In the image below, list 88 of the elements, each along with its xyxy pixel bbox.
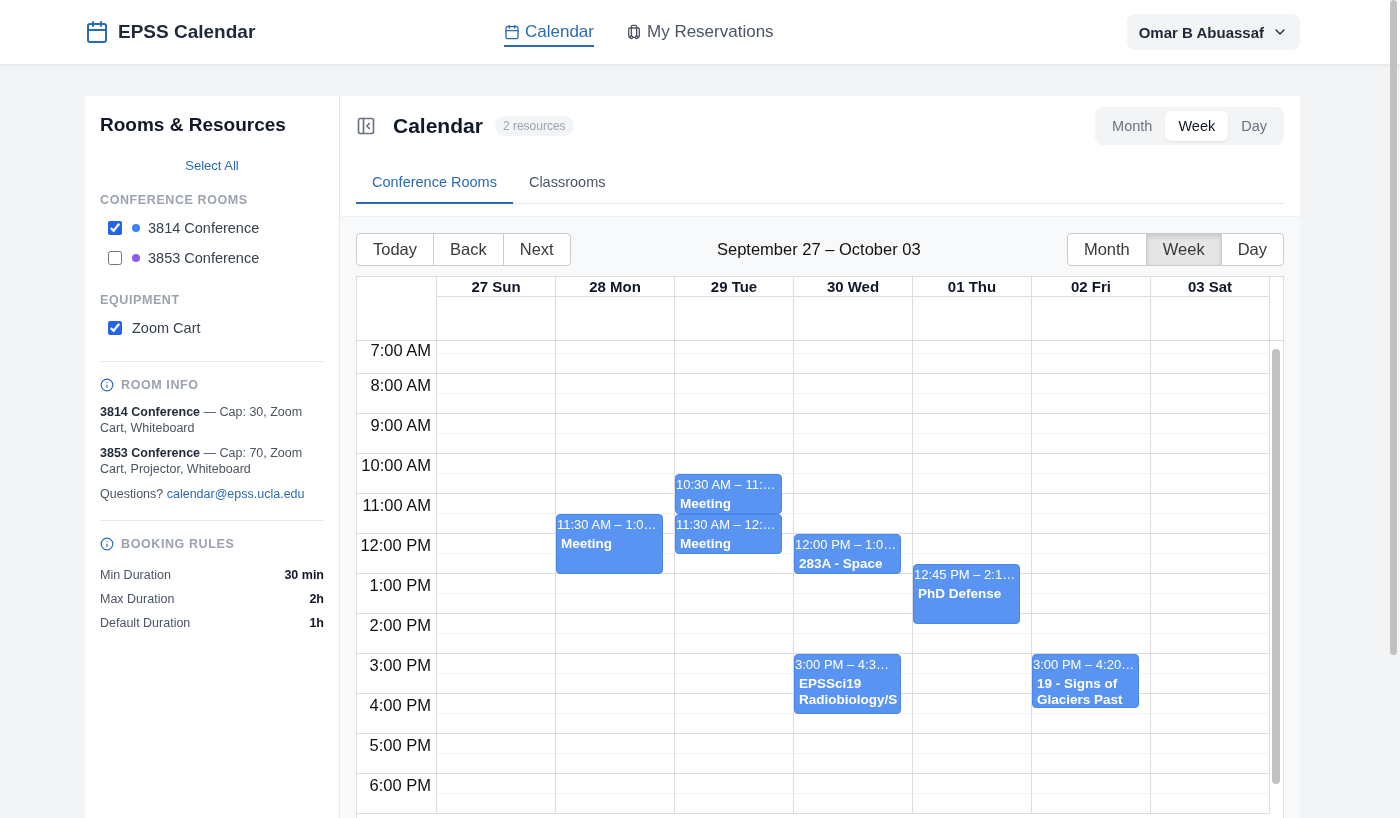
event-time: 10:30 AM – 11:… bbox=[676, 477, 777, 493]
event[interactable]: 12:00 PM – 1:0… 283A - Space bbox=[794, 534, 901, 574]
group-heading: EQUIPMENT bbox=[100, 293, 181, 307]
event[interactable]: 11:30 AM – 1:0… Meeting bbox=[556, 514, 663, 574]
event[interactable]: 12:45 PM – 2:1… PhD Defense bbox=[913, 564, 1020, 624]
event[interactable]: 10:30 AM – 11:… Meeting bbox=[675, 474, 782, 514]
category-tab[interactable]: Conference Rooms bbox=[356, 164, 513, 204]
day-header: 27 Sun bbox=[437, 277, 555, 297]
view-button[interactable]: Week bbox=[1145, 233, 1222, 266]
day-header: 30 Wed bbox=[794, 277, 912, 297]
resource-label: Zoom Cart bbox=[132, 320, 201, 336]
event-title: EPSSci19 Radiobiology/S bbox=[798, 675, 899, 708]
time-label: 2:00 PM bbox=[369, 616, 431, 634]
nav-button[interactable]: Next bbox=[502, 233, 571, 266]
user-menu-button[interactable]: Omar B Abuassaf bbox=[1126, 14, 1300, 50]
room-info-text: 3814 Conference — Cap: 30, Zoom Cart, Whiteboard bbox=[100, 404, 304, 436]
event-title: Meeting bbox=[679, 535, 732, 552]
briefcase-icon bbox=[626, 23, 642, 40]
event[interactable]: 3:00 PM – 4:20… 19 - Signs of Glaciers Past bbox=[1032, 654, 1139, 708]
page-scrollbar[interactable] bbox=[1390, 0, 1397, 655]
time-label: 9:00 AM bbox=[370, 416, 431, 434]
email-link[interactable]: calendar@epss.ucla.edu bbox=[166, 487, 305, 501]
collapse-sidebar-icon[interactable] bbox=[356, 116, 376, 136]
event-title: 283A - Space bbox=[798, 555, 884, 572]
rule-value: 2h bbox=[309, 592, 324, 606]
rule-label: Max Duration bbox=[100, 592, 175, 606]
group-heading: CONFERENCE ROOMS bbox=[100, 193, 249, 207]
time-label: 10:00 AM bbox=[361, 456, 431, 474]
resource-label: 3814 Conference bbox=[148, 220, 260, 236]
info-icon bbox=[100, 378, 114, 392]
view-button[interactable]: Week bbox=[1165, 111, 1229, 141]
time-label: 3:00 PM bbox=[369, 656, 431, 674]
time-label: 6:00 PM bbox=[369, 776, 431, 794]
room-info-text: 3853 Conference — Cap: 70, Zoom Cart, Projector, Whiteboard bbox=[100, 445, 304, 477]
section-heading: ROOM INFO bbox=[121, 378, 199, 392]
select-all-link[interactable]: Select All bbox=[185, 158, 239, 173]
event-title: 19 - Signs of Glaciers Past bbox=[1036, 675, 1124, 707]
calendar-title: Calendar bbox=[393, 114, 483, 138]
category-tab[interactable]: Classrooms bbox=[512, 164, 622, 204]
view-button[interactable]: Day bbox=[1228, 111, 1280, 141]
event-title: Meeting bbox=[679, 495, 732, 512]
view-button[interactable]: Month bbox=[1099, 111, 1166, 141]
time-label: 7:00 AM bbox=[370, 341, 431, 359]
nav-button[interactable]: Back bbox=[433, 233, 504, 266]
sidebar-title: Rooms & Resources bbox=[100, 114, 287, 136]
view-button[interactable]: Day bbox=[1220, 233, 1284, 266]
time-label: 1:00 PM bbox=[369, 576, 431, 594]
day-header: 02 Fri bbox=[1032, 277, 1150, 297]
nav-button[interactable]: Today bbox=[356, 233, 435, 266]
info-icon bbox=[100, 537, 114, 551]
event[interactable]: 11:30 AM – 12:… Meeting bbox=[675, 514, 782, 554]
scrollbar[interactable] bbox=[1272, 349, 1280, 784]
event-title: Meeting bbox=[560, 535, 613, 552]
app-title: EPSS Calendar bbox=[118, 21, 256, 43]
event-time: 11:30 AM – 12:… bbox=[676, 517, 777, 533]
rule-value: 30 min bbox=[284, 568, 324, 582]
resource-checkbox[interactable] bbox=[108, 221, 122, 235]
event-title: PhD Defense bbox=[917, 585, 1003, 602]
questions-label: Questions? bbox=[100, 487, 164, 501]
section-heading: BOOKING RULES bbox=[121, 537, 235, 551]
calendar-icon bbox=[85, 20, 109, 44]
date-range: September 27 – October 03 bbox=[715, 240, 922, 259]
day-header: 28 Mon bbox=[556, 277, 674, 297]
time-label: 4:00 PM bbox=[369, 696, 431, 714]
event-time: 3:00 PM – 4:3… bbox=[795, 657, 890, 673]
resources-badge: 2 resources bbox=[494, 116, 574, 136]
time-label: 5:00 PM bbox=[369, 736, 431, 754]
event-time: 12:45 PM – 2:1… bbox=[914, 567, 1017, 583]
calendar-icon bbox=[504, 23, 520, 40]
rule-label: Default Duration bbox=[100, 616, 191, 630]
day-header: 01 Thu bbox=[913, 277, 1031, 297]
day-header: 03 Sat bbox=[1151, 277, 1269, 297]
time-label: 8:00 AM bbox=[370, 376, 431, 394]
event-time: 12:00 PM – 1:0… bbox=[795, 537, 898, 553]
resource-checkbox[interactable] bbox=[108, 321, 122, 335]
nav-tab[interactable]: My Reservations bbox=[626, 17, 774, 47]
rule-value: 1h bbox=[309, 616, 324, 630]
event-time: 11:30 AM – 1:0… bbox=[557, 517, 658, 533]
event[interactable]: 3:00 PM – 4:3… EPSSci19 Radiobiology/S bbox=[794, 654, 901, 714]
nav-tab[interactable]: Calendar bbox=[504, 17, 594, 47]
event-time: 3:00 PM – 4:20… bbox=[1033, 657, 1136, 673]
time-label: 11:00 AM bbox=[362, 496, 431, 514]
time-label: 12:00 PM bbox=[360, 536, 431, 554]
resource-label: 3853 Conference bbox=[148, 250, 260, 266]
day-header: 29 Tue bbox=[675, 277, 793, 297]
rule-label: Min Duration bbox=[100, 568, 171, 582]
view-button[interactable]: Month bbox=[1066, 233, 1147, 266]
resource-checkbox[interactable] bbox=[108, 251, 122, 265]
